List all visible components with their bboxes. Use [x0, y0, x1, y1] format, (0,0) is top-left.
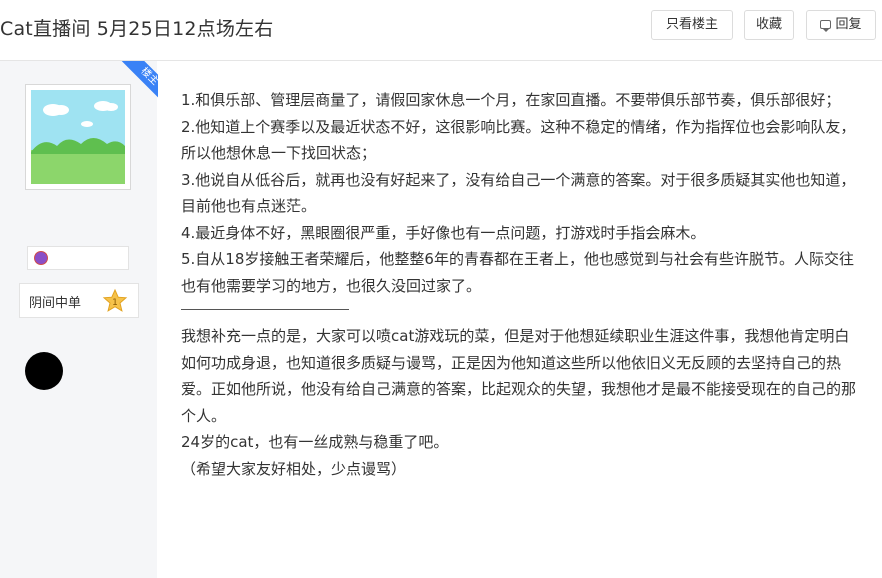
paragraph: 1.和俱乐部、管理层商量了，请假回家休息一个月，在家回直播。不要带俱乐部节奏，俱…: [181, 91, 841, 109]
landscape-icon: [31, 90, 125, 184]
divider: [181, 309, 349, 310]
paragraph: 2.他知道上个赛季以及最近状态不好，这很影响比赛。这种不稳定的情绪，作为指挥位也…: [181, 117, 856, 163]
post-title: Cat直播间 5月25日12点场左右: [0, 18, 274, 40]
level-badge-icon: [34, 251, 48, 265]
closing-line: （希望大家友好相处，少点谩骂）: [181, 459, 407, 478]
user-level: [27, 246, 129, 270]
avatar[interactable]: [25, 84, 131, 190]
star-number: 1: [112, 298, 118, 308]
age-line: 24岁的cat，也有一丝成熟与稳重了吧。: [181, 433, 449, 451]
star-icon: 1: [102, 288, 128, 312]
avatar-image: [31, 90, 125, 184]
user-tag-label: 阴间中单: [29, 296, 82, 311]
paragraph: 5.自从18岁接触王者荣耀后，他整整6年的青春都在王者上，他也感觉到与社会有些许…: [181, 250, 854, 295]
only-owner-button[interactable]: 只看楼主: [651, 10, 733, 40]
reply-button[interactable]: 回复: [806, 10, 876, 40]
black-circle: [25, 352, 63, 390]
post-content: 1.和俱乐部、管理层商量了，请假回家休息一个月，在家回直播。不要带俱乐部节奏，俱…: [181, 87, 861, 482]
supplement-paragraph: 我想补充一点的是，大家可以喷cat游戏玩的菜，但是对于他想延续职业生涯这件事，我…: [181, 327, 857, 425]
reply-label: 回复: [835, 17, 862, 32]
paragraph: 4.最近身体不好，黑眼圈很严重，手好像也有一点问题，打游戏时手指会麻木。: [181, 223, 706, 242]
favorite-button[interactable]: 收藏: [744, 10, 794, 40]
post-header: Cat直播间 5月25日12点场左右 只看楼主 收藏 回复: [0, 0, 882, 61]
paragraph: 3.他说自从低谷后，就再也没有好起来了，没有给自己一个满意的答案。对于很多质疑其…: [181, 170, 856, 216]
comment-icon: [820, 20, 832, 32]
user-tag: 阴间中单 1: [19, 283, 139, 318]
